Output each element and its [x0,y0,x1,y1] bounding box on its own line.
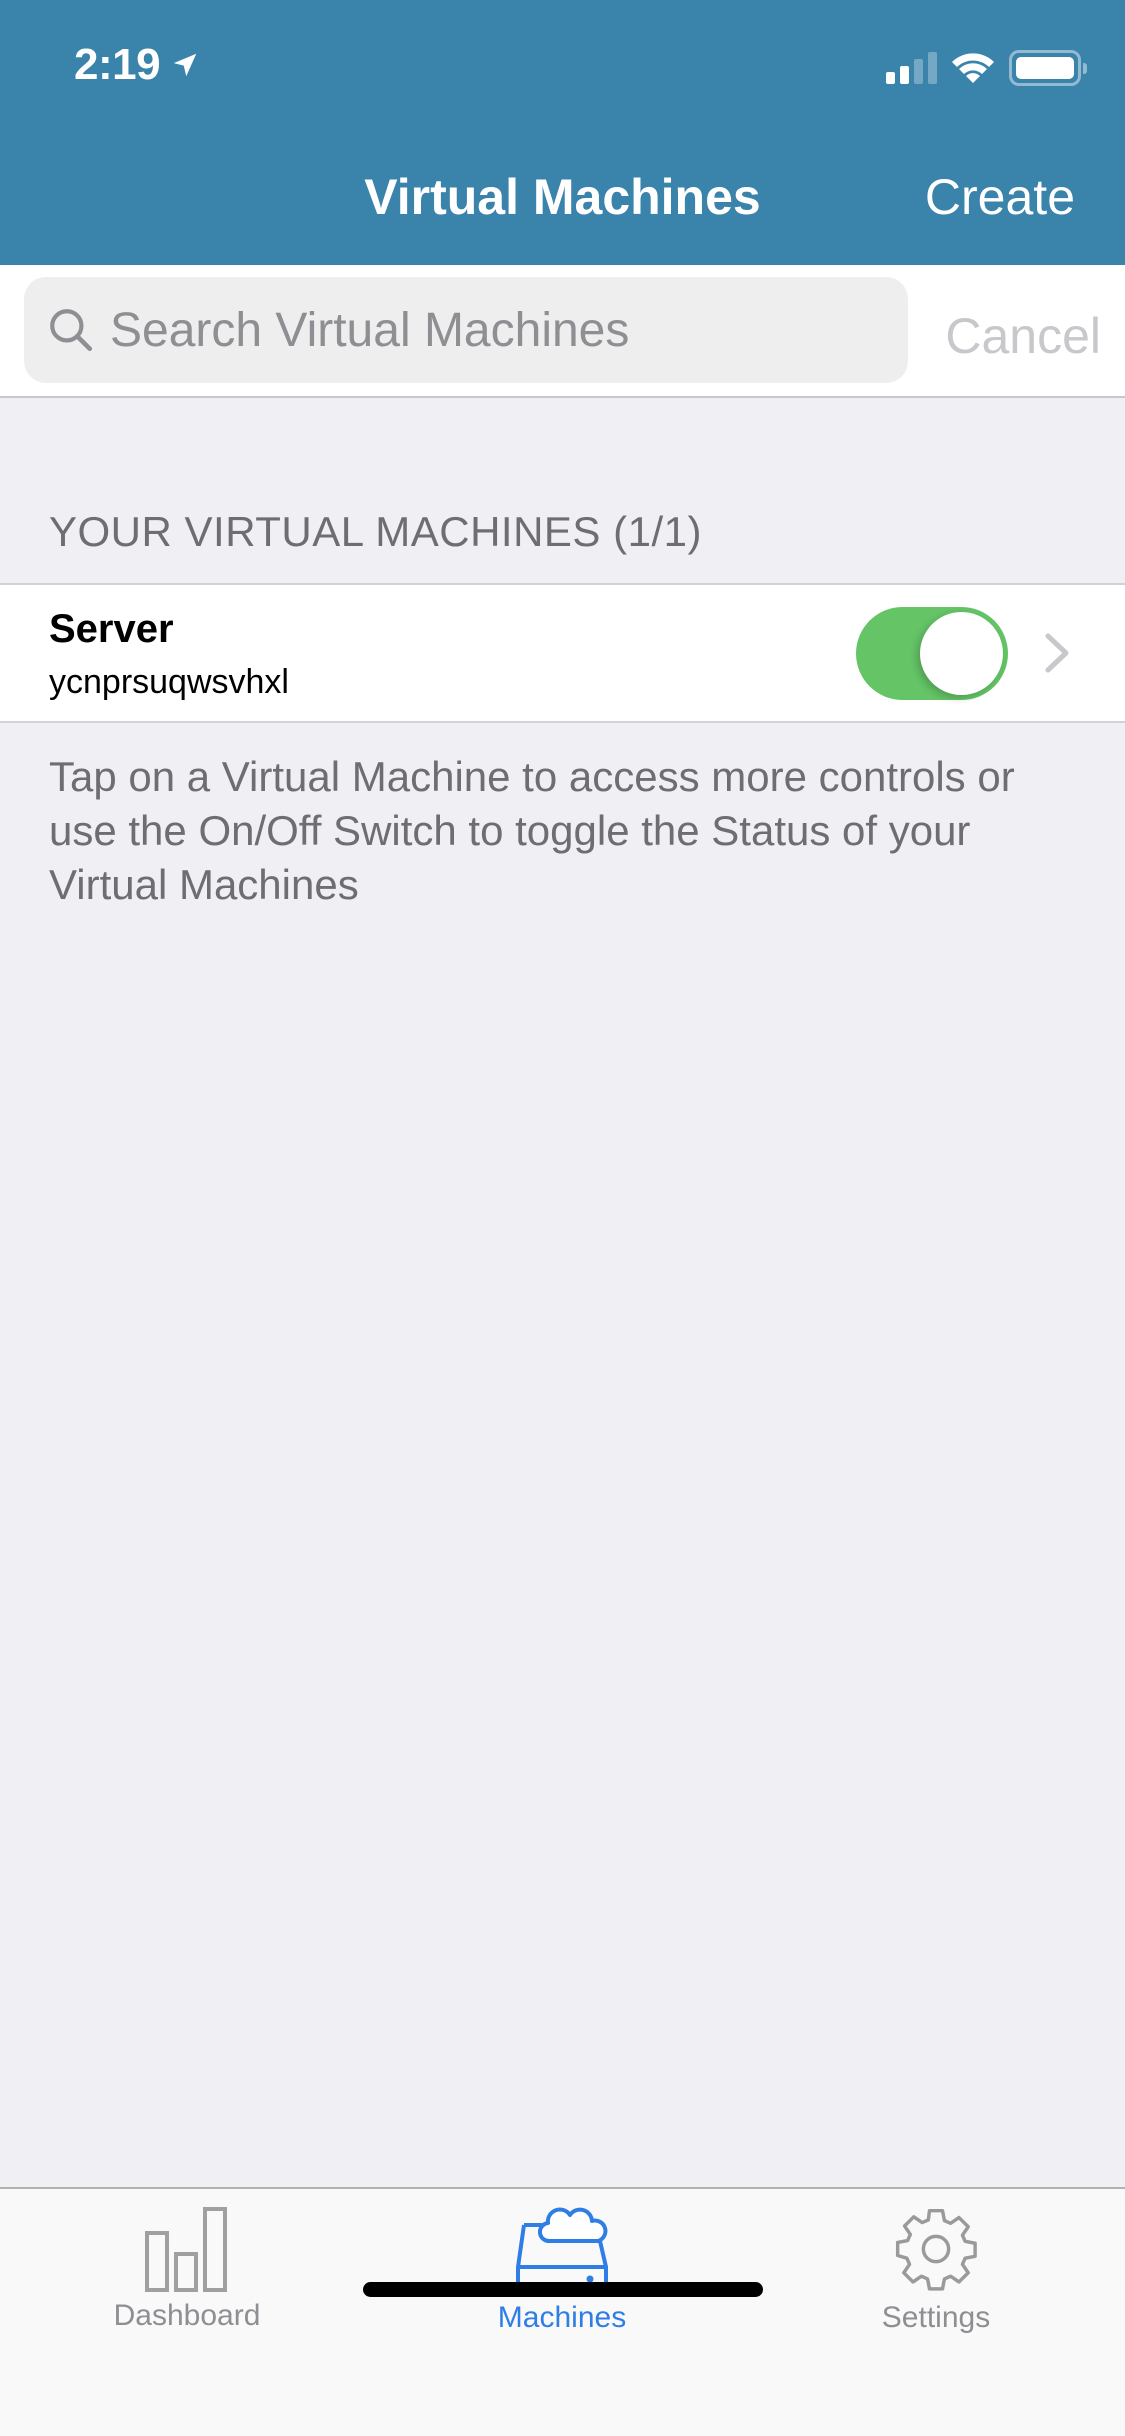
section-header: YOUR VIRTUAL MACHINES (1/1) [49,508,702,555]
gear-icon [895,2208,977,2291]
status-bar-indicators [886,50,1087,86]
battery-icon [1009,50,1087,86]
search-bar: Cancel [0,265,1125,398]
search-field[interactable] [24,277,908,383]
toggle-knob [920,612,1003,695]
search-input[interactable] [110,302,890,358]
app-header: 2:19 Virtual Machines Create [0,0,1125,265]
home-indicator[interactable] [363,2282,763,2297]
tab-dashboard[interactable]: Dashboard [62,2203,312,2333]
status-bar-time: 2:19 [74,40,200,90]
vm-power-toggle[interactable] [856,607,1008,700]
vm-id: ycnprsuqwsvhxl [49,663,289,701]
tab-bar: Dashboard Machines Settings [0,2187,1125,2436]
tab-label: Dashboard [113,2299,261,2332]
bar-chart-icon [145,2207,227,2292]
tab-settings[interactable]: Settings [811,2203,1061,2335]
vm-list-item[interactable]: Server ycnprsuqwsvhxl [0,583,1125,723]
cancel-button[interactable]: Cancel [945,307,1101,365]
tab-machines[interactable]: Machines [437,2203,687,2335]
location-arrow-icon [173,53,197,77]
time-text: 2:19 [74,40,161,89]
cellular-signal-icon [886,52,937,84]
create-button[interactable]: Create [925,168,1075,226]
tab-label: Machines [497,2301,627,2334]
vm-name: Server [49,607,174,651]
chevron-right-icon [1045,633,1069,673]
search-icon [50,309,93,352]
help-text: Tap on a Virtual Machine to access more … [49,753,1015,908]
wifi-icon [952,53,994,83]
tab-label: Settings [881,2301,991,2334]
